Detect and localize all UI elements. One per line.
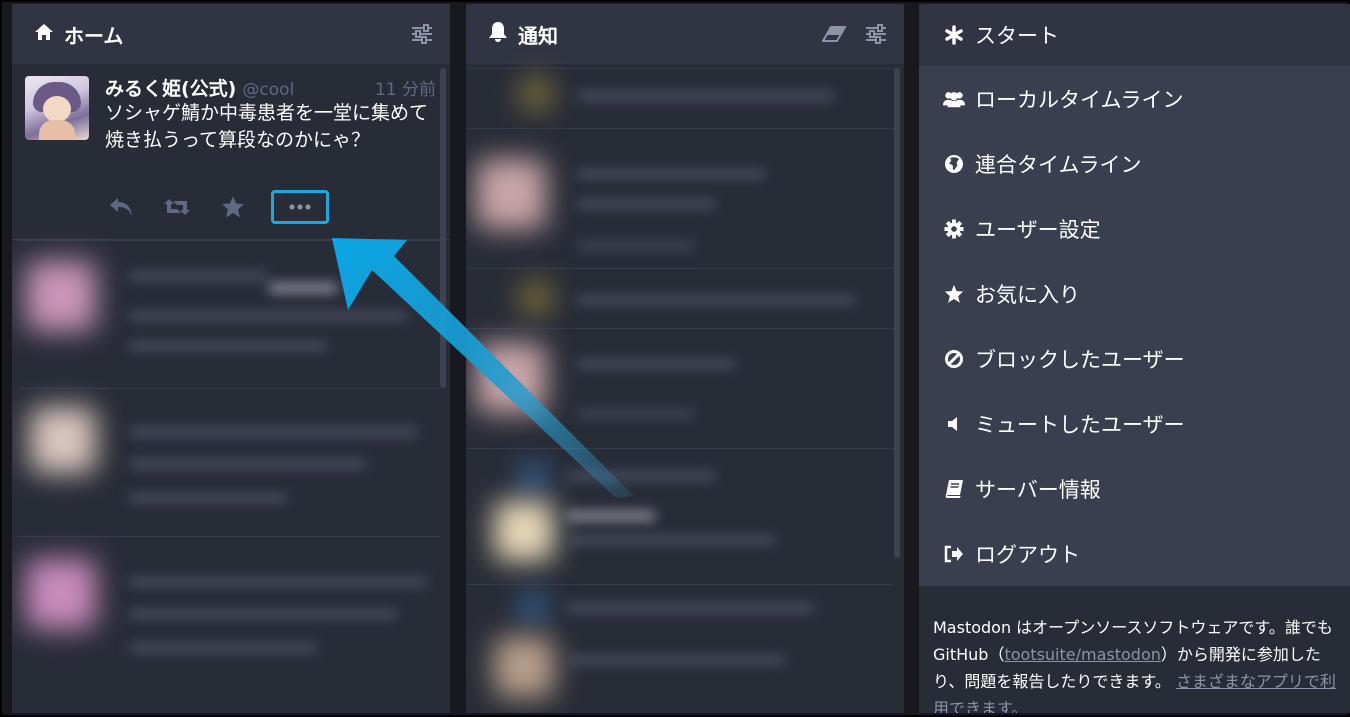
nav-item-server-info[interactable]: サーバー情報 bbox=[919, 456, 1350, 521]
nav-list: ローカルタイムライン 連合タイムライン ユーザー設定 お気に入り ブロックしたユ… bbox=[919, 66, 1350, 586]
toot-acct[interactable]: @cool bbox=[242, 80, 375, 100]
notifications-column: 通知 bbox=[466, 4, 904, 713]
home-column-header[interactable]: ホーム bbox=[12, 4, 450, 64]
blurred-notification bbox=[466, 584, 894, 713]
nav-label: ブロックしたユーザー bbox=[975, 347, 1185, 372]
globe-icon bbox=[943, 153, 965, 175]
about-footer: Mastodon はオープンソースソフトウェアです。誰でも GitHub（too… bbox=[919, 586, 1350, 713]
boost-icon[interactable] bbox=[163, 194, 191, 220]
reply-icon[interactable] bbox=[107, 194, 135, 220]
nav-item-favourites[interactable]: お気に入り bbox=[919, 261, 1350, 326]
blurred-notification bbox=[466, 328, 894, 448]
nav-label: ログアウト bbox=[975, 542, 1080, 567]
nav-item-start[interactable]: スタート bbox=[919, 4, 1350, 66]
nav-label: スタート bbox=[975, 24, 1059, 48]
toot-content: ソシャゲ鯖か中毒患者を一堂に集めて焼き払うって算段なのかにゃ？ bbox=[105, 102, 429, 151]
blurred-notification bbox=[466, 448, 894, 584]
blurred-toot bbox=[18, 388, 440, 536]
bell-icon bbox=[488, 21, 508, 48]
nav-item-muted-users[interactable]: ミュートしたユーザー bbox=[919, 391, 1350, 456]
scrollbar[interactable] bbox=[440, 68, 446, 388]
column-settings-icon[interactable] bbox=[410, 22, 434, 46]
nav-item-logout[interactable]: ログアウト bbox=[919, 521, 1350, 586]
getting-started-column: スタート ローカルタイムライン 連合タイムライン ユーザー設定 お気に入り ブロ… bbox=[919, 4, 1350, 713]
nav-label: 連合タイムライン bbox=[975, 152, 1142, 177]
toot-timestamp[interactable]: 11 分前 bbox=[375, 75, 436, 100]
star-icon bbox=[943, 283, 965, 305]
toot-display-name[interactable]: みるく姫(公式) bbox=[105, 74, 236, 101]
nav-label: ミュートしたユーザー bbox=[975, 412, 1185, 437]
scrollbar[interactable] bbox=[894, 68, 900, 558]
notifications-column-header[interactable]: 通知 bbox=[466, 4, 904, 64]
nav-item-local-timeline[interactable]: ローカルタイムライン bbox=[919, 66, 1350, 131]
blurred-notification bbox=[466, 68, 894, 128]
more-options-button[interactable] bbox=[271, 190, 329, 224]
users-icon bbox=[943, 88, 965, 110]
book-icon bbox=[943, 478, 965, 500]
nav-label: ユーザー設定 bbox=[975, 217, 1101, 242]
blurred-toot bbox=[18, 536, 440, 713]
github-repo-link[interactable]: tootsuite/mastodon bbox=[1004, 645, 1160, 664]
favourite-star-icon[interactable] bbox=[219, 194, 247, 220]
blurred-notification bbox=[466, 268, 894, 328]
nav-item-user-settings[interactable]: ユーザー設定 bbox=[919, 196, 1350, 261]
ellipsis-icon bbox=[289, 204, 311, 210]
nav-label: サーバー情報 bbox=[975, 477, 1101, 502]
volume-off-icon bbox=[943, 413, 965, 435]
column-settings-icon[interactable] bbox=[864, 22, 888, 46]
gear-icon bbox=[943, 218, 965, 240]
avatar[interactable] bbox=[25, 76, 89, 140]
blurred-notification bbox=[466, 128, 894, 268]
blurred-toot bbox=[18, 240, 440, 388]
nav-label: お気に入り bbox=[975, 282, 1080, 307]
sign-out-icon bbox=[943, 543, 965, 565]
nav-label: ローカルタイムライン bbox=[975, 87, 1184, 112]
home-column-title: ホーム bbox=[64, 23, 124, 48]
asterisk-icon bbox=[943, 24, 965, 46]
eraser-icon[interactable] bbox=[822, 22, 846, 46]
home-column: ホーム みるく姫(公式) @cool 11 分前 ソシャゲ鯖か中毒患者を一堂に集… bbox=[12, 4, 450, 713]
notifications-column-title: 通知 bbox=[518, 23, 558, 48]
nav-item-blocked-users[interactable]: ブロックしたユーザー bbox=[919, 326, 1350, 391]
ban-icon bbox=[943, 348, 965, 370]
home-icon bbox=[34, 22, 54, 46]
nav-item-federated-timeline[interactable]: 連合タイムライン bbox=[919, 131, 1350, 196]
app-frame: ホーム みるく姫(公式) @cool 11 分前 ソシャゲ鯖か中毒患者を一堂に集… bbox=[0, 0, 1350, 717]
